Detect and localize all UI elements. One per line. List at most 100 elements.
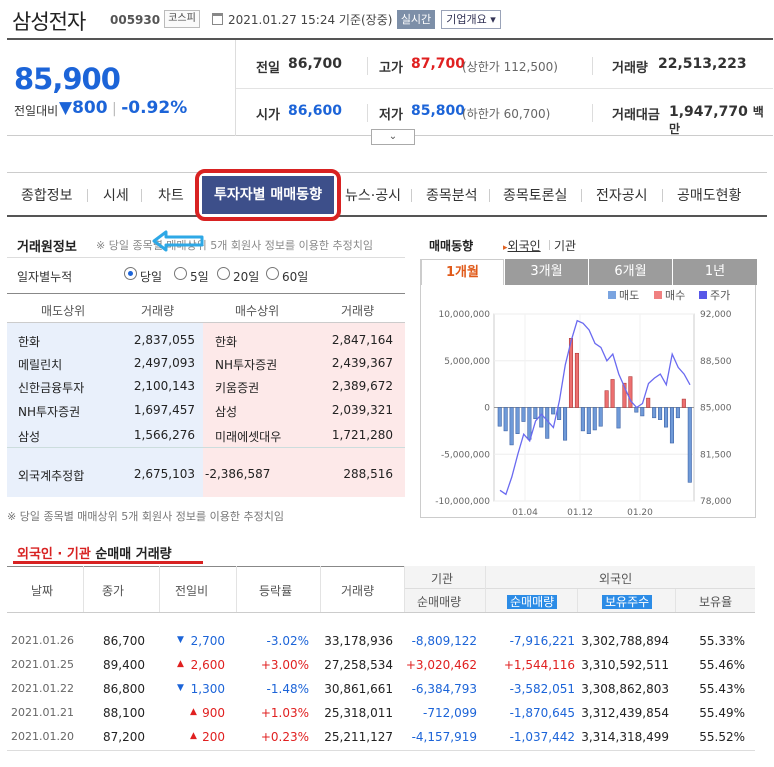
quote-datetime: 2021.01.27 15:24 기준(장중) — [228, 13, 393, 27]
radio-today[interactable] — [124, 267, 137, 280]
divider — [675, 589, 676, 612]
col-close: 종가 — [102, 584, 125, 598]
row-foreign-rate: 55.43% — [699, 682, 745, 696]
col-inst-net: 순매매량 — [417, 595, 462, 609]
calendar-icon — [212, 13, 223, 25]
high-value: 87,700 — [411, 56, 466, 72]
row-foreign-rate: 55.52% — [699, 730, 745, 744]
sell-bar — [539, 407, 544, 428]
y-right-tick: 81,500 — [700, 450, 732, 460]
radio-5d[interactable] — [174, 267, 187, 280]
quote-panel: 85,900 전일대비 ▼800 | -0.92% 전일 86,700 고가 8… — [7, 38, 773, 136]
divider — [485, 566, 486, 612]
sell-bar — [563, 407, 568, 441]
period-tab-6m[interactable]: 6개월 — [588, 259, 672, 285]
y-left-tick: -5,000,000 — [441, 450, 490, 460]
up-triangle-icon: ▲ — [190, 731, 197, 741]
table-header: 매도상위 거래량 매수상위 거래량 — [7, 293, 405, 323]
radio-20d[interactable] — [217, 267, 230, 280]
period-tab-1m[interactable]: 1개월 — [421, 259, 504, 285]
institution-option[interactable]: 기관 — [554, 237, 576, 254]
tab-discussion[interactable]: 종목토론실 — [503, 185, 567, 205]
radio-5d-label: 5일 — [190, 270, 209, 284]
row-date: 2021.01.22 — [11, 682, 74, 695]
realtime-button[interactable]: 실시간 — [397, 10, 435, 29]
broker-table: 매도상위 거래량 매수상위 거래량 한화 2,837,055 한화 2,847,… — [7, 293, 405, 497]
buy-bar — [646, 397, 651, 408]
row-close: 86,800 — [103, 682, 145, 696]
buy-bar — [681, 398, 686, 408]
col-date: 날짜 — [31, 584, 54, 598]
tab-quotes[interactable]: 시세 — [103, 185, 129, 205]
col-sell-volume: 거래량 — [141, 304, 175, 318]
row-date: 2021.01.21 — [11, 706, 74, 719]
col-foreign-net: 순매매량 — [507, 593, 558, 610]
foreign-option[interactable]: ▸외국인 — [503, 237, 541, 254]
x-tick: 01.12 — [567, 508, 593, 518]
sell-volume: 2,837,055 — [133, 333, 195, 347]
row-close: 89,400 — [103, 658, 145, 672]
down-triangle-icon: ▼ — [177, 683, 184, 693]
divider — [581, 189, 582, 202]
expand-button[interactable]: ⌄ — [371, 129, 415, 145]
divider — [411, 189, 412, 202]
divider — [489, 189, 490, 202]
tab-analysis[interactable]: 종목분석 — [426, 185, 478, 205]
current-price: 85,900 — [14, 62, 121, 96]
low-label: 저가 — [379, 108, 403, 123]
x-tick: 01.20 — [627, 508, 653, 518]
tab-overview[interactable]: 종합정보 — [21, 185, 73, 205]
row-foreign-holding: 3,308,862,803 — [581, 682, 669, 696]
row-foreign-holding: 3,314,318,499 — [581, 730, 669, 744]
row-diff: 2,600 — [190, 658, 225, 672]
y-right-tick: 78,000 — [700, 497, 732, 507]
company-overview-dropdown[interactable]: 기업개요 ▾ — [441, 10, 501, 29]
row-close: 88,100 — [103, 706, 145, 720]
row-inst-net: -6,384,793 — [411, 682, 477, 696]
tab-news[interactable]: 뉴스·공시 — [345, 185, 401, 205]
down-arrow-icon: ▼ — [59, 98, 73, 118]
radio-20d-label: 20일 — [233, 270, 260, 284]
buy-broker: 미래에셋대우 — [215, 430, 282, 444]
tab-disclosure[interactable]: 전자공시 — [596, 185, 648, 205]
sell-bar — [586, 407, 591, 434]
sell-bar — [533, 407, 538, 420]
row-date: 2021.01.26 — [11, 634, 74, 647]
buy-volume: 2,389,672 — [331, 379, 393, 393]
net-trading-table: 날짜 종가 전일비 등락률 거래량 기관 순매매량 외국인 순매매량 보유주수 … — [7, 566, 755, 756]
divider — [662, 189, 663, 202]
divider — [236, 566, 237, 612]
chevron-down-icon: ⌄ — [388, 131, 398, 142]
radio-60d[interactable] — [266, 267, 279, 280]
col-top-buyers: 매수상위 — [235, 304, 280, 318]
row-rate: +3.00% — [260, 658, 309, 672]
period-tab-1y[interactable]: 1년 — [672, 259, 757, 285]
row-volume: 25,211,127 — [324, 730, 393, 744]
change-amount: 800 — [72, 98, 108, 118]
row-foreign-net: -3,582,051 — [509, 682, 575, 696]
y-right-tick: 88,500 — [700, 357, 732, 367]
row-inst-net: -4,157,919 — [411, 730, 477, 744]
tab-short-selling[interactable]: 공매도현황 — [677, 185, 741, 205]
buy-volume: 2,847,164 — [331, 333, 393, 347]
col-top-sellers: 매도상위 — [41, 304, 86, 318]
sell-bar — [515, 407, 520, 434]
period-tab-3m[interactable]: 3개월 — [504, 259, 588, 285]
row-volume: 25,318,011 — [324, 706, 393, 720]
divider — [367, 104, 368, 122]
x-tick: 01.04 — [512, 508, 538, 518]
radio-today-label: 당일 — [140, 270, 163, 284]
row-close: 86,700 — [103, 634, 145, 648]
lower-limit: (하한가 60,700) — [462, 107, 551, 121]
row-foreign-holding: 3,312,439,854 — [581, 706, 669, 720]
divider — [7, 447, 405, 448]
divider — [367, 57, 368, 75]
col-foreign-holding: 보유주수 — [602, 593, 653, 610]
sell-bar — [545, 407, 550, 439]
sell-broker: NH투자증권 — [18, 405, 81, 419]
stock-code: 005930 — [110, 13, 161, 27]
tab-investor-trading[interactable]: 투자자별 매매동향 — [195, 169, 341, 221]
stock-header: 삼성전자 005930 코스피 2021.01.27 15:24 기준(장중) … — [0, 0, 774, 38]
legend-swatch — [654, 291, 662, 299]
tab-chart[interactable]: 차트 — [158, 185, 184, 205]
